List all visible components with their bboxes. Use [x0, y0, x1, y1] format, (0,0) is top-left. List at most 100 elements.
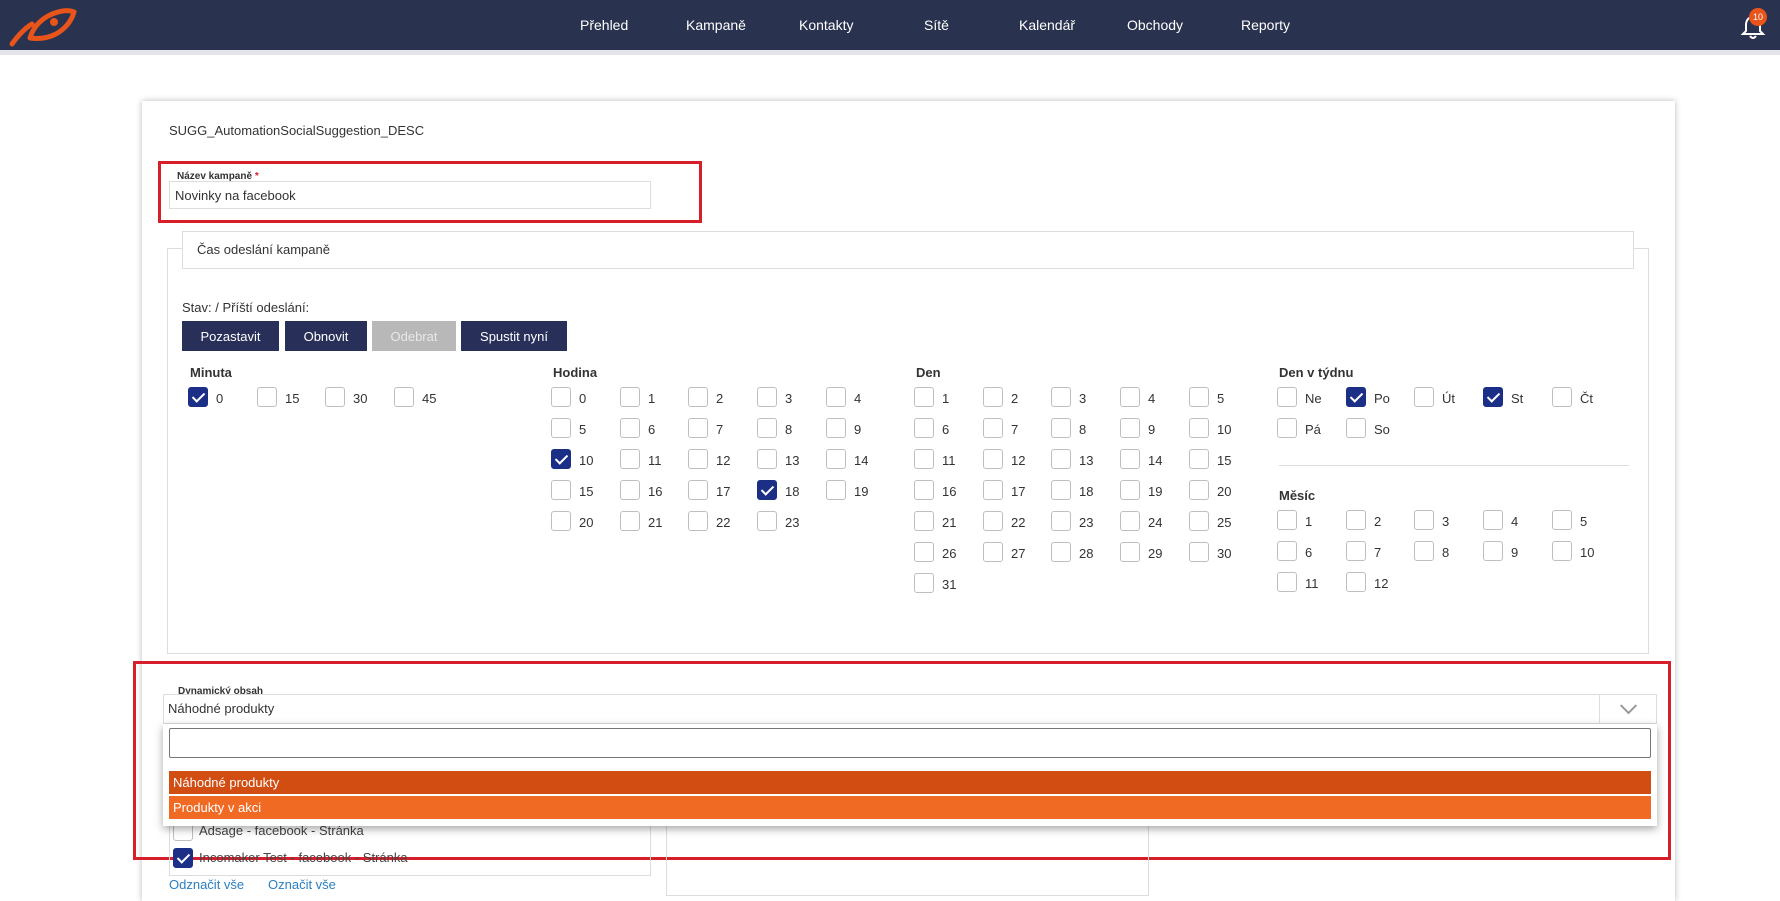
minute-checkbox-0[interactable]	[188, 387, 208, 407]
hour-checkbox-23[interactable]	[757, 511, 777, 531]
month-checkbox-1[interactable]	[1277, 510, 1297, 530]
day-checkbox-29[interactable]	[1120, 542, 1140, 562]
day-checkbox-21[interactable]	[914, 511, 934, 531]
day-checkbox-20[interactable]	[1189, 480, 1209, 500]
day-checkbox-9[interactable]	[1120, 418, 1140, 438]
day-checkbox-3[interactable]	[1051, 387, 1071, 407]
hour-checkbox-0[interactable]	[551, 387, 571, 407]
month-checkbox-5[interactable]	[1552, 510, 1572, 530]
resume-button[interactable]: Obnovit	[285, 321, 367, 351]
day-checkbox-8[interactable]	[1051, 418, 1071, 438]
month-checkbox-2[interactable]	[1346, 510, 1366, 530]
minute-checkbox-15[interactable]	[257, 387, 277, 407]
remove-button[interactable]: Odebrat	[372, 321, 456, 351]
month-checkbox-6[interactable]	[1277, 541, 1297, 561]
day-checkbox-26[interactable]	[914, 542, 934, 562]
hour-checkbox-17[interactable]	[688, 480, 708, 500]
day-checkbox-28[interactable]	[1051, 542, 1071, 562]
day-checkbox-17[interactable]	[983, 480, 1003, 500]
weekday-checkbox-Po[interactable]	[1346, 387, 1366, 407]
day-checkbox-12[interactable]	[983, 449, 1003, 469]
weekday-checkbox-Út[interactable]	[1414, 387, 1434, 407]
month-checkbox-8[interactable]	[1414, 541, 1434, 561]
day-checkbox-19[interactable]	[1120, 480, 1140, 500]
hour-checkbox-18[interactable]	[757, 480, 777, 500]
hour-checkbox-8[interactable]	[757, 418, 777, 438]
day-checkbox-27[interactable]	[983, 542, 1003, 562]
hour-checkbox-15[interactable]	[551, 480, 571, 500]
hour-checkbox-5[interactable]	[551, 418, 571, 438]
nav-link-7[interactable]: Reporty	[1241, 17, 1290, 33]
hour-checkbox-2[interactable]	[688, 387, 708, 407]
day-checkbox-7[interactable]	[983, 418, 1003, 438]
hour-checkbox-14[interactable]	[826, 449, 846, 469]
day-checkbox-13[interactable]	[1051, 449, 1071, 469]
hour-checkbox-4[interactable]	[826, 387, 846, 407]
weekday-checkbox-Čt[interactable]	[1552, 387, 1572, 407]
day-checkbox-10[interactable]	[1189, 418, 1209, 438]
pause-button[interactable]: Pozastavit	[182, 321, 279, 351]
chevron-down-icon[interactable]	[1599, 694, 1657, 724]
day-checkbox-14[interactable]	[1120, 449, 1140, 469]
month-checkbox-12[interactable]	[1346, 572, 1366, 592]
message-textarea[interactable]	[666, 826, 1149, 896]
month-checkbox-9[interactable]	[1483, 541, 1503, 561]
weekday-checkbox-So[interactable]	[1346, 418, 1366, 438]
dropdown-option-2[interactable]: Produkty v akci	[169, 796, 1651, 819]
day-checkbox-6[interactable]	[914, 418, 934, 438]
minute-checkbox-30[interactable]	[325, 387, 345, 407]
weekday-checkbox-Pá[interactable]	[1277, 418, 1297, 438]
campaign-name-input[interactable]	[169, 181, 651, 209]
day-checkbox-31[interactable]	[914, 573, 934, 593]
month-checkbox-7[interactable]	[1346, 541, 1366, 561]
day-checkbox-24[interactable]	[1120, 511, 1140, 531]
hour-checkbox-11[interactable]	[620, 449, 640, 469]
minute-checkbox-45[interactable]	[394, 387, 414, 407]
dropdown-search-input[interactable]	[169, 728, 1651, 758]
day-checkbox-16[interactable]	[914, 480, 934, 500]
day-checkbox-23[interactable]	[1051, 511, 1071, 531]
profile-checkbox-2[interactable]	[173, 848, 193, 868]
hour-checkbox-19[interactable]	[826, 480, 846, 500]
nav-link-6[interactable]: Obchody	[1127, 17, 1183, 33]
weekday-checkbox-Ne[interactable]	[1277, 387, 1297, 407]
nav-link-1[interactable]: Přehled	[580, 17, 628, 33]
nav-link-3[interactable]: Kontakty	[799, 17, 853, 33]
hour-checkbox-10[interactable]	[551, 449, 571, 469]
hour-checkbox-3[interactable]	[757, 387, 777, 407]
month-checkbox-11[interactable]	[1277, 572, 1297, 592]
hour-checkbox-12[interactable]	[688, 449, 708, 469]
check-all-link[interactable]: Označit vše	[268, 877, 336, 892]
hour-checkbox-21[interactable]	[620, 511, 640, 531]
day-checkbox-11[interactable]	[914, 449, 934, 469]
nav-link-5[interactable]: Kalendář	[1019, 17, 1075, 33]
uncheck-all-link[interactable]: Odznačit vše	[169, 877, 244, 892]
day-checkbox-15[interactable]	[1189, 449, 1209, 469]
nav-link-2[interactable]: Kampaně	[686, 17, 746, 33]
hour-checkbox-7[interactable]	[688, 418, 708, 438]
hour-checkbox-1[interactable]	[620, 387, 640, 407]
day-checkbox-18[interactable]	[1051, 480, 1071, 500]
day-checkbox-2[interactable]	[983, 387, 1003, 407]
hour-checkbox-9[interactable]	[826, 418, 846, 438]
day-checkbox-22[interactable]	[983, 511, 1003, 531]
day-checkbox-30[interactable]	[1189, 542, 1209, 562]
hour-checkbox-13[interactable]	[757, 449, 777, 469]
day-checkbox-4[interactable]	[1120, 387, 1140, 407]
dropdown-option-1[interactable]: Náhodné produkty	[169, 771, 1651, 794]
dynamic-content-select[interactable]: Náhodné produkty	[163, 694, 1657, 724]
hour-checkbox-16[interactable]	[620, 480, 640, 500]
day-checkbox-5[interactable]	[1189, 387, 1209, 407]
rocket-logo-icon[interactable]	[8, 4, 78, 48]
month-checkbox-10[interactable]	[1552, 541, 1572, 561]
month-checkbox-3[interactable]	[1414, 510, 1434, 530]
weekday-checkbox-St[interactable]	[1483, 387, 1503, 407]
hour-checkbox-22[interactable]	[688, 511, 708, 531]
month-checkbox-4[interactable]	[1483, 510, 1503, 530]
day-checkbox-1[interactable]	[914, 387, 934, 407]
run-now-button[interactable]: Spustit nyní	[461, 321, 567, 351]
hour-checkbox-6[interactable]	[620, 418, 640, 438]
hour-checkbox-20[interactable]	[551, 511, 571, 531]
nav-link-4[interactable]: Sítě	[924, 17, 949, 33]
day-checkbox-25[interactable]	[1189, 511, 1209, 531]
